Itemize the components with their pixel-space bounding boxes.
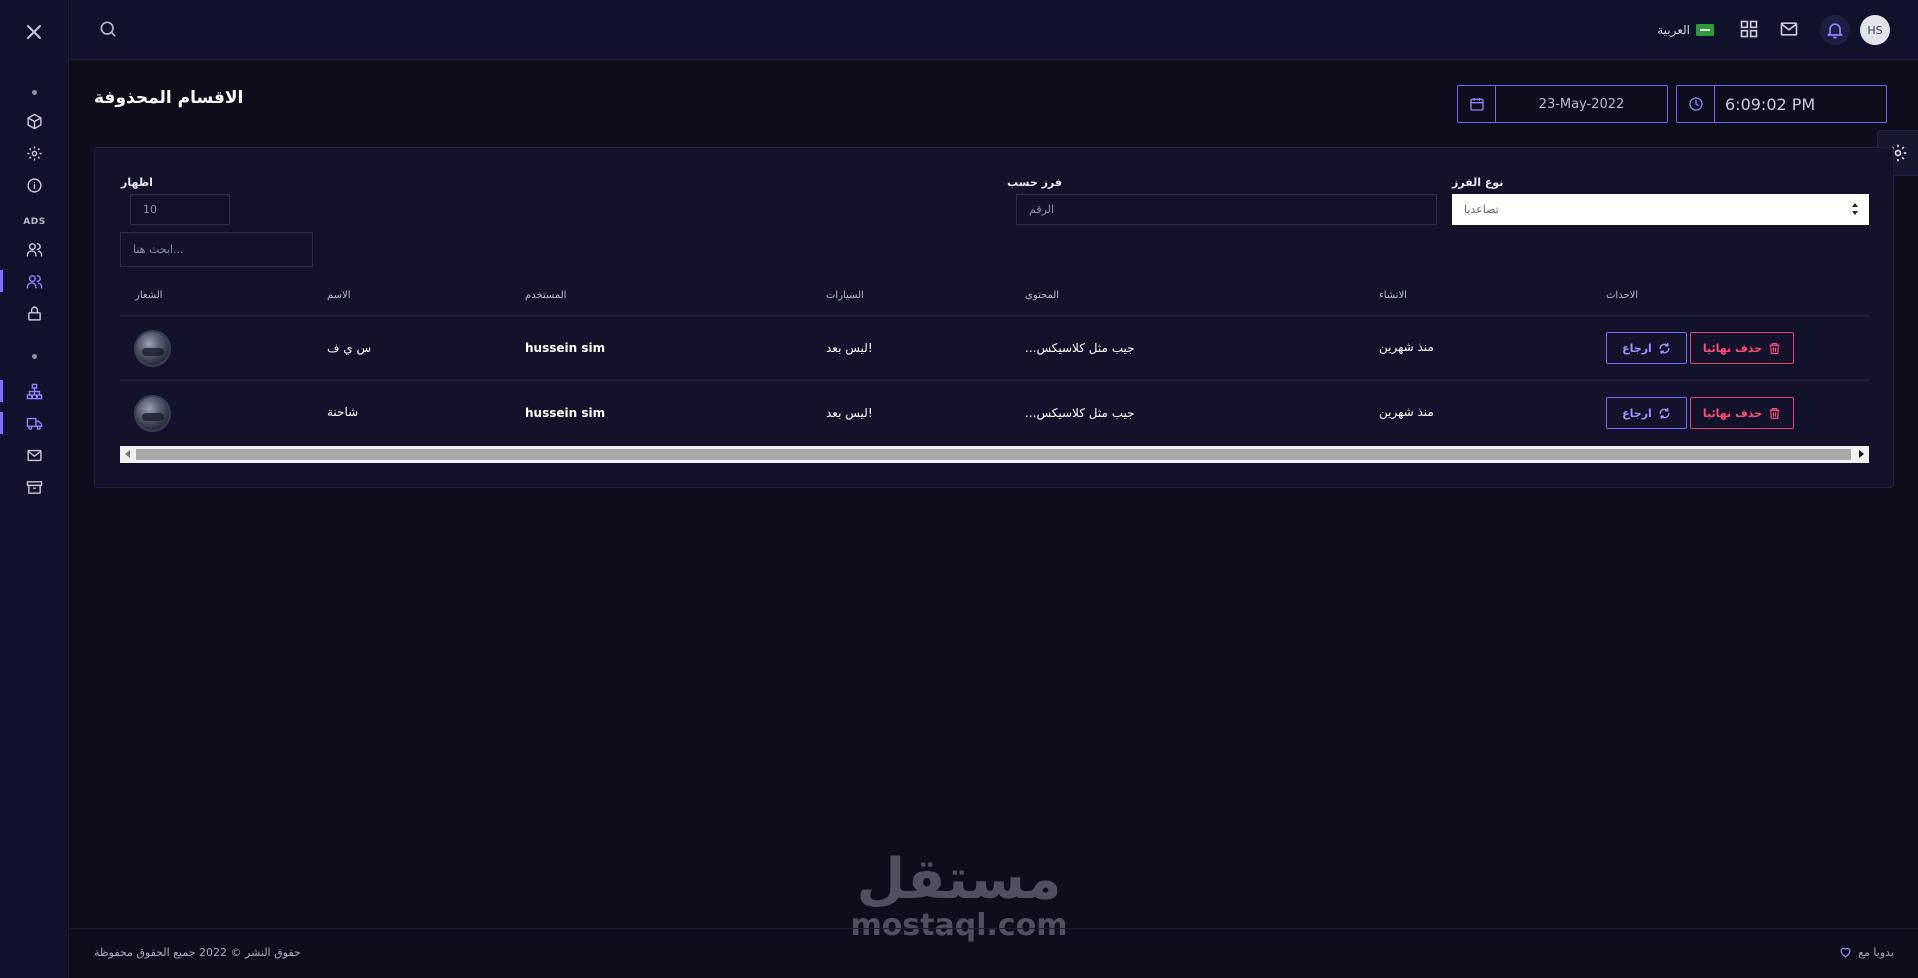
col-header-name: الاسم bbox=[327, 290, 351, 301]
archive-icon bbox=[26, 479, 43, 496]
row-content: ...جيب مثل كلاسيكس bbox=[1025, 406, 1135, 420]
col-header-cars: السيارات bbox=[826, 290, 864, 301]
row-divider bbox=[120, 380, 1869, 381]
sidebar-item-info[interactable] bbox=[0, 171, 69, 199]
date-value: 23-May-2022 bbox=[1538, 96, 1625, 112]
restore-label: ارجاع bbox=[1622, 406, 1652, 420]
row-cars: ليس بعد! bbox=[826, 406, 873, 420]
show-count-input[interactable]: 10 bbox=[130, 194, 230, 225]
refresh-icon bbox=[1658, 407, 1671, 420]
clock-icon bbox=[1677, 86, 1715, 122]
col-header-created: الانشاء bbox=[1379, 290, 1407, 301]
row-created: منذ شهرين bbox=[1379, 340, 1434, 354]
horizontal-scrollbar[interactable] bbox=[120, 446, 1869, 463]
users-icon bbox=[26, 273, 43, 290]
box-icon bbox=[26, 113, 43, 130]
close-icon[interactable] bbox=[22, 20, 46, 44]
sidebar-item-security[interactable] bbox=[0, 299, 69, 327]
section-logo bbox=[134, 395, 171, 432]
apps-grid-icon[interactable] bbox=[1739, 19, 1761, 41]
sort-type-label: نوع الفرز bbox=[1452, 176, 1504, 189]
sidebar: ADS bbox=[0, 0, 69, 978]
mail-icon[interactable] bbox=[1779, 19, 1801, 41]
delete-permanently-button[interactable]: حذف نهائيا bbox=[1690, 332, 1794, 364]
row-name: شاحنة bbox=[327, 405, 359, 419]
truck-icon bbox=[26, 415, 43, 432]
made-with-text: بدويا مع bbox=[1858, 946, 1894, 959]
date-display: 23-May-2022 bbox=[1457, 85, 1668, 123]
sidebar-item-cars[interactable] bbox=[0, 409, 69, 437]
footer: حقوق النشر © 2022 جميع الحقوق محفوظة بدو… bbox=[70, 928, 1918, 978]
notifications-button[interactable] bbox=[1820, 15, 1850, 45]
delete-permanently-button[interactable]: حذف نهائيا bbox=[1690, 397, 1794, 429]
row-divider bbox=[120, 315, 1869, 316]
row-user: hussein sim bbox=[525, 406, 606, 420]
sidebar-section-label: ADS bbox=[23, 217, 46, 227]
trash-icon bbox=[1768, 342, 1781, 355]
saudi-flag-icon bbox=[1696, 24, 1714, 36]
sitemap-icon bbox=[26, 383, 43, 400]
language-switcher[interactable]: العربية bbox=[1657, 23, 1714, 37]
users-icon bbox=[26, 241, 43, 258]
trash-icon bbox=[1768, 407, 1781, 420]
time-display: 6:09:02 PM bbox=[1676, 85, 1887, 123]
col-header-user: المستخدم bbox=[525, 290, 567, 301]
gear-icon bbox=[26, 145, 43, 162]
avatar[interactable]: HS bbox=[1860, 15, 1890, 45]
restore-button[interactable]: ارجاع bbox=[1606, 332, 1687, 364]
scrollbar-thumb[interactable] bbox=[136, 449, 1851, 460]
sort-by-input[interactable]: الرقم bbox=[1016, 194, 1437, 225]
sidebar-item-sections[interactable] bbox=[0, 377, 69, 405]
section-logo bbox=[134, 330, 171, 367]
page-title: الاقسام المحذوفة bbox=[94, 88, 244, 108]
sidebar-section-dot bbox=[32, 354, 37, 359]
sort-type-select[interactable]: تصاعديا bbox=[1452, 194, 1869, 225]
scroll-right-arrow[interactable] bbox=[1859, 450, 1864, 458]
deleted-sections-card: اظهار 10 ابحث هنا... فرز حسب الرقم نوع ا… bbox=[94, 147, 1894, 488]
sidebar-item-users[interactable] bbox=[0, 235, 69, 263]
sidebar-section-dot bbox=[32, 90, 37, 95]
watermark-arabic: مستقل bbox=[856, 847, 1062, 912]
col-header-actions: الاحداث bbox=[1606, 290, 1639, 301]
calendar-icon bbox=[1458, 86, 1496, 122]
delete-label: حذف نهائيا bbox=[1702, 341, 1763, 355]
made-with: بدويا مع bbox=[1839, 946, 1894, 959]
refresh-icon bbox=[1658, 342, 1671, 355]
row-created: منذ شهرين bbox=[1379, 405, 1434, 419]
bell-icon bbox=[1825, 20, 1845, 40]
delete-label: حذف نهائيا bbox=[1702, 406, 1763, 420]
row-name: س ي ف bbox=[327, 341, 372, 355]
select-arrows-icon bbox=[1851, 202, 1859, 216]
restore-button[interactable]: ارجاع bbox=[1606, 397, 1687, 429]
show-label: اظهار bbox=[121, 176, 153, 189]
topbar-actions: العربية HS bbox=[1657, 14, 1890, 46]
sidebar-item-messages[interactable] bbox=[0, 441, 69, 469]
topbar: العربية HS bbox=[70, 0, 1918, 60]
time-value: 6:09:02 PM bbox=[1725, 94, 1816, 114]
scroll-left-arrow[interactable] bbox=[125, 450, 130, 458]
row-cars: ليس بعد! bbox=[826, 341, 873, 355]
heart-icon bbox=[1839, 946, 1852, 959]
col-header-content: المحتوى bbox=[1025, 290, 1060, 301]
col-header-logo: الشعار bbox=[135, 290, 163, 301]
restore-label: ارجاع bbox=[1622, 341, 1652, 355]
sidebar-item-settings[interactable] bbox=[0, 139, 69, 167]
sort-by-label: فرز حسب bbox=[1007, 176, 1062, 189]
lock-icon bbox=[26, 305, 43, 322]
sidebar-item-products[interactable] bbox=[0, 107, 69, 135]
language-label: العربية bbox=[1657, 23, 1690, 37]
search-icon[interactable] bbox=[98, 19, 120, 41]
row-content: ...جيب مثل كلاسيكس bbox=[1025, 341, 1135, 355]
sidebar-item-archive[interactable] bbox=[0, 473, 69, 501]
row-user: hussein sim bbox=[525, 341, 606, 355]
mail-icon bbox=[26, 447, 43, 464]
sort-type-value: تصاعديا bbox=[1464, 203, 1499, 216]
copyright-text: حقوق النشر © 2022 جميع الحقوق محفوظة bbox=[94, 946, 301, 959]
search-input[interactable]: ابحث هنا... bbox=[120, 232, 313, 267]
info-icon bbox=[26, 177, 43, 194]
sidebar-item-members[interactable] bbox=[0, 267, 69, 295]
